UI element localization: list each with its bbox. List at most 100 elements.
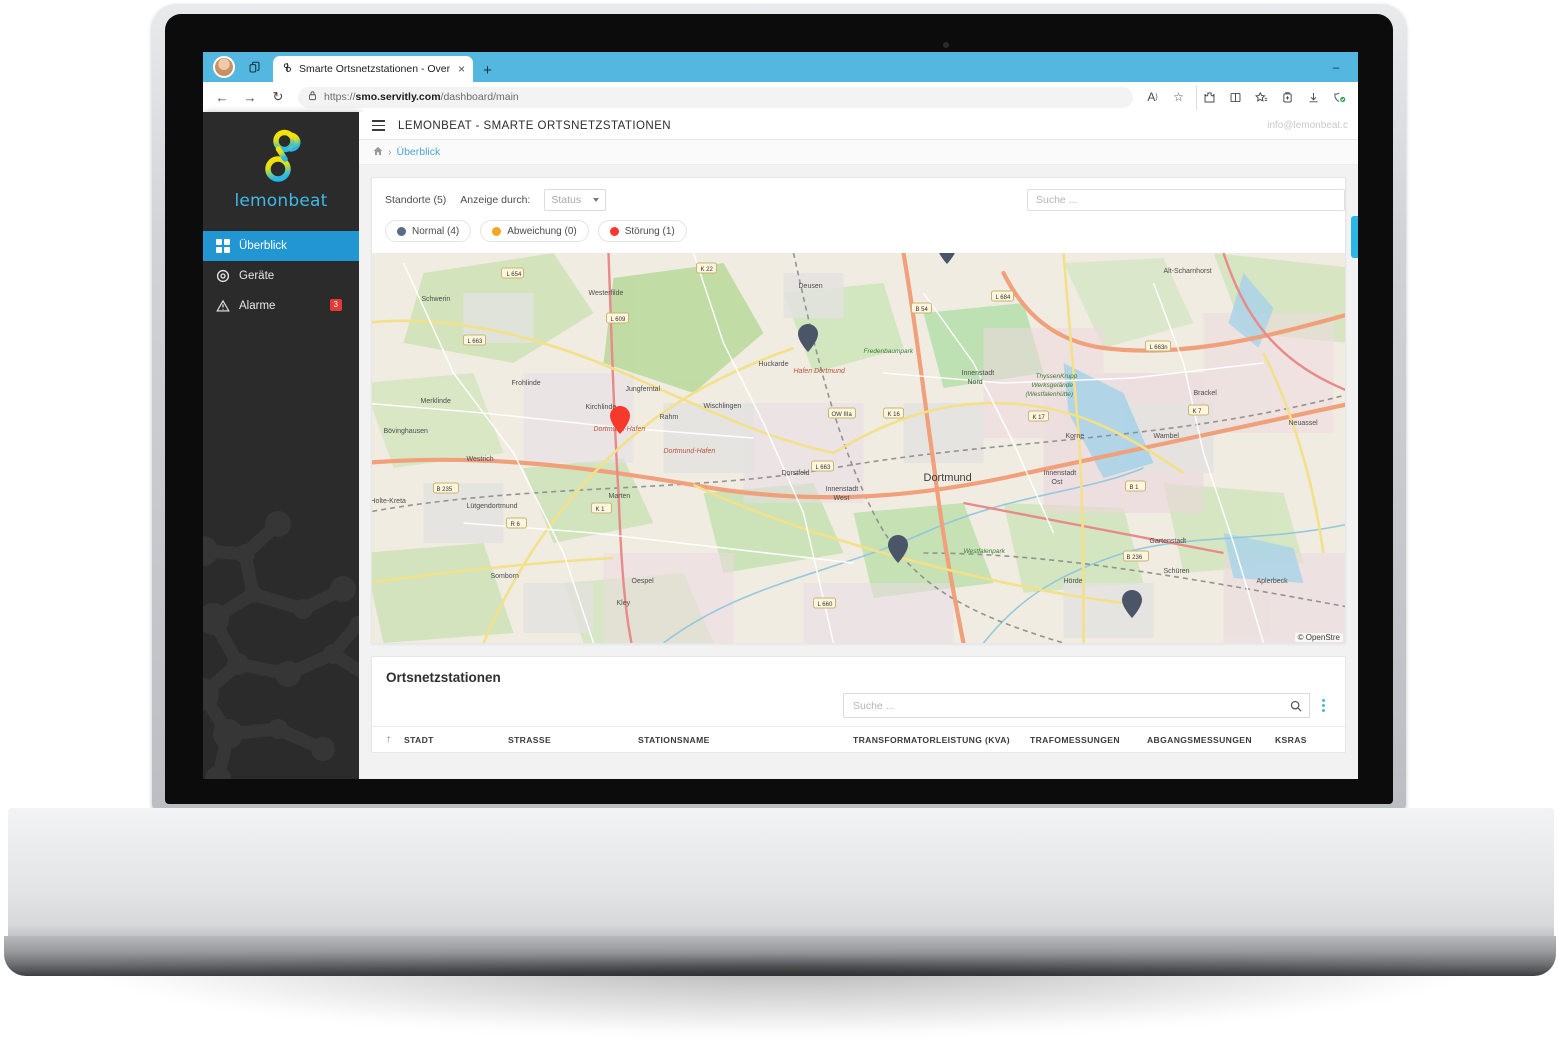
map-marker-normal[interactable] [1121,589,1142,618]
sidebar-nav: Überblick Geräte Alarme 3 [203,231,359,321]
status-legend: Normal (4) Abweichung (0) Störung (1) [372,211,1345,253]
breadcrumb-current[interactable]: Überblick [397,146,441,158]
status-pill-stoerung[interactable]: Störung (1) [597,220,687,242]
app-header: LEMONBEAT - SMARTE ORTSNETZSTATIONEN inf… [359,112,1358,140]
map-marker-stoerung[interactable] [610,406,631,435]
svg-text:Westfalenpark: Westfalenpark [964,548,1006,555]
tab-title: Smarte Ortsnetzstationen - Over [299,63,451,75]
forward-button[interactable]: → [237,84,263,110]
svg-text:B 1: B 1 [1130,485,1140,491]
page-side-handle[interactable] [1351,216,1358,258]
svg-text:Fredenbaumpark: Fredenbaumpark [864,348,914,355]
vertical-dots-icon[interactable] [1316,699,1331,712]
svg-text:K 1: K 1 [596,507,606,513]
brand-logo[interactable]: lemonbeat [203,112,359,231]
status-dot-stoerung [609,226,619,236]
locations-count-label: Standorte (5) [385,194,447,206]
svg-text:Deusen: Deusen [799,283,823,290]
svg-text:L 609: L 609 [611,317,626,323]
svg-text:L 660: L 660 [818,602,833,608]
column-header-strasse[interactable]: STRASSE [508,735,638,745]
map-marker-normal[interactable] [888,535,909,564]
svg-text:Hörde: Hörde [1064,578,1083,585]
column-header-trafomessungen[interactable]: TRAFOMESSUNGEN [1030,735,1147,745]
chevron-down-icon [593,198,600,202]
browser-essentials-icon[interactable] [1275,85,1300,110]
table-toolbar: Suche ... [372,689,1345,726]
map-attribution[interactable]: © OpenStre [1294,633,1343,642]
map-search-placeholder: Suche ... [1036,194,1078,206]
map-marker-normal[interactable] [797,323,818,352]
display-by-select[interactable]: Status [544,189,607,211]
warning-triangle-icon [215,299,230,314]
map-marker-normal[interactable] [937,253,957,264]
svg-text:(Westfalenhütte): (Westfalenhütte) [1026,391,1074,398]
svg-text:L 654: L 654 [507,272,522,278]
sidebar-item-geraete[interactable]: Geräte [203,261,359,291]
laptop-shadow [90,962,1470,1034]
stations-table-card: Ortsnetzstationen Suche ... ↑ STADT STRA… [371,656,1346,753]
shield-verified-icon[interactable] [1327,85,1352,110]
address-bar[interactable]: https://smo.servitly.com/dashboard/main [298,86,1133,108]
svg-text:Oespel: Oespel [632,578,655,585]
alarm-count-badge: 3 [329,299,342,311]
favorite-star-icon[interactable]: ☆ [1166,85,1191,110]
table-header-row: ↑ STADT STRASSE STATIONSNAME TRANSFORMAT… [372,726,1345,752]
status-pill-normal[interactable]: Normal (4) [385,220,472,242]
downloads-icon[interactable] [1301,85,1326,110]
svg-text:L 663: L 663 [468,339,483,345]
page-title: LEMONBEAT - SMARTE ORTSNETZSTATIONEN [398,119,672,132]
collections-icon[interactable] [1249,85,1274,110]
browser-toolbar: ← → ↻ https://smo.servitly.com/dashboard… [203,82,1358,112]
column-header-transformatorleistung[interactable]: TRANSFORMATORLEISTUNG (KVA) [853,735,1030,745]
extensions-icon[interactable] [1196,84,1222,110]
home-icon[interactable] [373,146,383,159]
svg-text:L 684: L 684 [996,295,1011,301]
decorative-molecule-pattern [203,511,359,779]
svg-text:ThyssenKrupp: ThyssenKrupp [1036,373,1078,380]
svg-text:Innenstadt: Innenstadt [826,486,859,493]
breadcrumb-separator: › [388,146,392,158]
gear-icon [215,269,230,284]
column-header-abgangsmessungen[interactable]: ABGANGSMESSUNGEN [1147,735,1275,745]
column-header-stadt[interactable]: STADT [404,735,508,745]
read-aloud-icon[interactable]: A) [1140,85,1165,110]
column-header-ksras[interactable]: KSRAS [1275,735,1307,745]
hamburger-menu-icon[interactable] [372,120,385,131]
user-email[interactable]: info@lemonbeat.c [1267,120,1348,131]
tab-close-icon[interactable]: × [456,63,467,75]
svg-text:Werksgelände: Werksgelände [1032,382,1074,389]
status-pill-label: Normal (4) [412,225,460,237]
profile-avatar[interactable] [213,56,235,78]
minimize-button[interactable]: – [1314,52,1358,82]
laptop-mockup: Smarte Ortsnetzstationen - Over × + – ← … [0,0,1558,1043]
svg-text:Marten: Marten [609,493,631,500]
sidebar-item-label: Überblick [239,240,287,252]
sidebar-item-label: Geräte [239,270,275,282]
svg-text:Gartenstadt: Gartenstadt [1150,538,1187,545]
svg-text:Ost: Ost [1052,479,1063,486]
split-screen-icon[interactable] [1223,85,1248,110]
tab-actions-icon[interactable] [243,56,265,78]
svg-text:Hafen Dortmund: Hafen Dortmund [794,368,846,375]
status-pill-abweichung[interactable]: Abweichung (0) [480,220,589,242]
sort-ascending-icon[interactable]: ↑ [386,734,404,745]
svg-text:Holte-Kreta: Holte-Kreta [372,498,406,505]
browser-tabstrip: Smarte Ortsnetzstationen - Over × + – [203,52,1358,82]
reload-button[interactable]: ↻ [265,84,291,110]
new-tab-button[interactable]: + [473,63,502,82]
table-title: Ortsnetzstationen [386,670,501,685]
browser-tab[interactable]: Smarte Ortsnetzstationen - Over × [273,56,474,82]
magnifier-icon[interactable] [1282,693,1310,718]
column-header-stationsname[interactable]: STATIONSNAME [638,735,853,745]
locations-map[interactable]: Schwerin Westerfilde Deusen Huckarde Fro… [372,253,1345,643]
svg-text:Somborn: Somborn [491,573,520,580]
map-search-input[interactable]: Suche ... [1027,189,1345,211]
sidebar-item-ueberblick[interactable]: Überblick [203,231,359,261]
svg-text:K 17: K 17 [1033,415,1046,421]
svg-text:West: West [834,495,850,502]
back-button[interactable]: ← [209,84,235,110]
table-search-input[interactable]: Suche ... [843,693,1283,718]
sidebar-item-alarme[interactable]: Alarme 3 [203,291,359,321]
svg-text:L 663: L 663 [816,465,831,471]
